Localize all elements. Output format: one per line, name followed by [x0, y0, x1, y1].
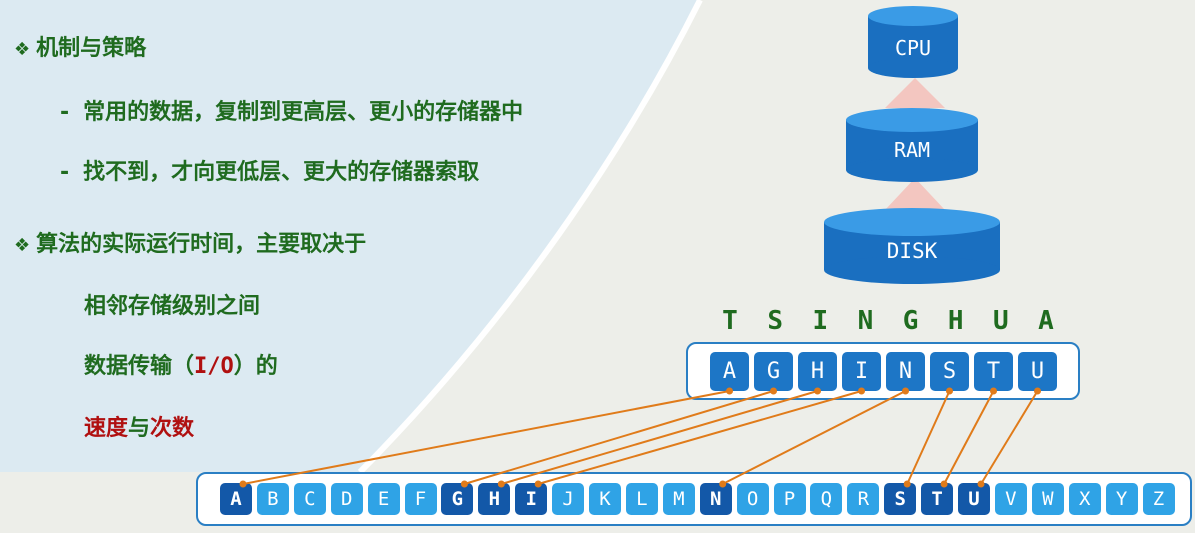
word-tsinghua: T S I N G H U A — [713, 306, 1063, 336]
alphabet-key-t: T — [921, 483, 954, 515]
alphabet-key-b: B — [256, 483, 289, 515]
bullet-text: 机制与策略 — [36, 36, 147, 61]
line-speed-count: 速度与次数 — [84, 410, 194, 442]
alphabet-key-g: G — [441, 483, 474, 515]
disk-label: DISK — [886, 239, 938, 263]
alphabet-key-s: S — [884, 483, 917, 515]
word-letter: T — [722, 306, 738, 336]
word-letter: A — [1038, 306, 1054, 336]
background-shape — [0, 0, 703, 475]
bullet-text: 与 — [128, 416, 151, 441]
alphabet-key-j: J — [552, 483, 585, 515]
alphabet-key-z: Z — [1142, 483, 1175, 515]
set-key-g: G — [754, 352, 793, 391]
bullet-text: 常用的数据，复制到更高层、更小的存储器中 — [83, 100, 524, 125]
alphabet-key-x: X — [1068, 483, 1101, 515]
dash-icon: - — [60, 100, 70, 125]
alphabet-key-y: Y — [1105, 483, 1138, 515]
word-letter: I — [812, 306, 829, 336]
line-adjacent-levels: 相邻存储级别之间 — [84, 288, 260, 320]
alphabet-key-r: R — [847, 483, 880, 515]
line-data-transfer: 数据传输（I/O）的 — [84, 348, 278, 380]
alphabet-key-p: P — [773, 483, 806, 515]
sub-bullet-copy-up: - 常用的数据，复制到更高层、更小的存储器中 — [60, 94, 523, 126]
bullet-mechanism-policy: ❖ 机制与策略 — [14, 30, 146, 62]
alphabet-key-d: D — [330, 483, 363, 515]
count-text: 次数 — [150, 416, 195, 441]
diamond-bullet-icon: ❖ — [14, 235, 31, 256]
ram-label: RAM — [893, 138, 931, 162]
bullet-running-time: ❖ 算法的实际运行时间，主要取决于 — [14, 226, 366, 258]
alphabet-key-h: H — [478, 483, 511, 515]
alphabet-key-k: K — [589, 483, 621, 515]
bullet-text: 算法的实际运行时间，主要取决于 — [36, 232, 367, 257]
word-letter: H — [947, 306, 964, 336]
dash-icon: - — [60, 160, 70, 185]
io-text: I/O — [194, 354, 234, 379]
alphabet-key-c: C — [293, 483, 326, 515]
bullet-text: ）的 — [233, 354, 278, 379]
speed-text: 速度 — [84, 416, 129, 441]
alphabet-key-w: W — [1031, 483, 1064, 515]
alphabet-key-m: M — [662, 483, 695, 515]
alphabet-key-q: Q — [810, 483, 843, 515]
alphabet-key-v: V — [994, 483, 1027, 515]
alphabet-key-f: F — [404, 483, 437, 515]
alphabet-key-e: E — [367, 483, 400, 515]
cpu-cylinder: CPU — [868, 6, 958, 78]
word-letter: U — [993, 306, 1009, 336]
set-key-i: I — [842, 352, 881, 391]
bullet-text: 数据传输（ — [84, 354, 195, 379]
alphabet-key-a: A — [220, 483, 252, 515]
set-key-h: H — [798, 352, 837, 391]
alphabet-key-l: L — [625, 483, 658, 515]
word-letter: G — [902, 306, 919, 336]
set-key-a: A — [710, 352, 749, 391]
set-key-t: T — [974, 352, 1013, 391]
sub-bullet-fetch-down: - 找不到，才向更低层、更大的存储器索取 — [60, 154, 479, 186]
word-letter: S — [767, 306, 783, 336]
ram-cylinder: RAM — [846, 108, 978, 182]
alphabet-key-o: O — [736, 483, 769, 515]
set-key-s: S — [930, 352, 969, 391]
alphabet-key-u: U — [958, 483, 990, 515]
word-letter: N — [857, 306, 874, 336]
diamond-bullet-icon: ❖ — [14, 39, 31, 60]
alphabet-key-n: N — [699, 483, 732, 515]
bullet-text: 找不到，才向更低层、更大的存储器索取 — [83, 160, 480, 185]
bullet-text: 相邻存储级别之间 — [84, 294, 261, 319]
set-key-u: U — [1018, 352, 1057, 391]
cpu-label: CPU — [894, 36, 932, 60]
disk-cylinder: DISK — [824, 208, 1000, 284]
alphabet-key-i: I — [515, 483, 548, 515]
set-key-n: N — [886, 352, 925, 391]
